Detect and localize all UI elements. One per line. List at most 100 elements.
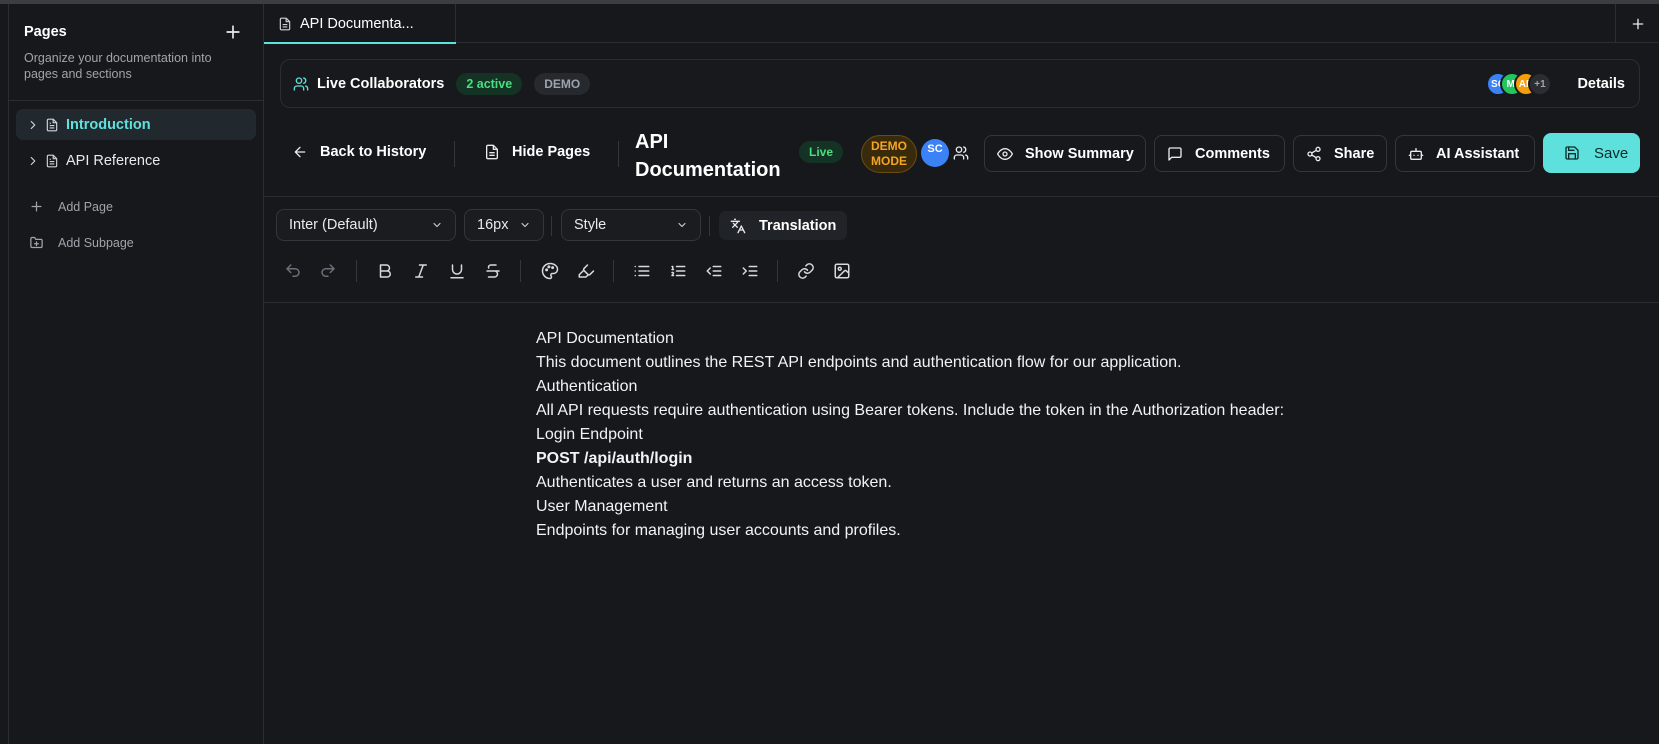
users-icon: [293, 76, 309, 92]
ai-assistant-label: AI Assistant: [1436, 145, 1520, 162]
add-page-plus-icon[interactable]: [223, 22, 243, 42]
indent-icon[interactable]: [741, 262, 759, 280]
document-icon: [278, 17, 292, 31]
show-summary-label: Show Summary: [1025, 145, 1134, 162]
tab-label: API Documenta...: [300, 15, 414, 32]
content-paragraph: Authenticates a user and returns an acce…: [536, 474, 892, 491]
palette-icon[interactable]: [541, 262, 559, 280]
chevron-down-icon: [431, 219, 443, 231]
users-icon[interactable]: [953, 145, 969, 161]
strikethrough-icon[interactable]: [484, 262, 502, 280]
comment-icon: [1167, 146, 1183, 162]
active-tab-indicator: [264, 42, 456, 44]
toolbar-divider: [618, 141, 619, 167]
bullet-list-icon[interactable]: [633, 262, 651, 280]
new-tab-button[interactable]: [1615, 4, 1659, 43]
tab-bar: API Documenta...: [264, 4, 1659, 44]
toolbar-divider: [454, 141, 455, 167]
bold-icon[interactable]: [376, 262, 394, 280]
style-select[interactable]: Style: [561, 209, 701, 241]
tab-api-documentation[interactable]: API Documenta...: [264, 4, 456, 44]
translation-label: Translation: [759, 217, 837, 234]
active-count-badge: 2 active: [456, 72, 523, 95]
comments-button[interactable]: Comments: [1154, 135, 1285, 172]
eye-icon: [997, 146, 1013, 162]
document-icon: [484, 144, 500, 160]
style-value: Style: [574, 217, 607, 233]
folder-plus-icon: [29, 235, 44, 250]
save-icon: [1564, 145, 1580, 161]
sidebar-header: Pages Organize your documentation into p…: [24, 24, 251, 82]
chevron-down-icon: [676, 219, 688, 231]
more-collaborators-count: +1: [1528, 72, 1552, 96]
sidebar-item-introduction[interactable]: Introduction: [16, 109, 256, 140]
highlighter-icon[interactable]: [577, 262, 595, 280]
show-summary-button[interactable]: Show Summary: [984, 135, 1146, 172]
content-heading: API Documentation: [536, 330, 674, 347]
demo-badge: DEMO: [534, 72, 591, 95]
format-divider: [520, 260, 521, 282]
format-divider: [777, 260, 778, 282]
undo-icon[interactable]: [284, 262, 302, 280]
format-divider: [613, 260, 614, 282]
document-title[interactable]: API Documentation: [635, 128, 795, 184]
arrow-left-icon: [292, 144, 308, 160]
demo-mode-badge: DEMO MODE: [861, 135, 917, 173]
plus-icon: [29, 199, 44, 214]
document-toolbar: Back to History Hide Pages API Documenta…: [264, 125, 1659, 197]
outdent-icon[interactable]: [705, 262, 723, 280]
chevron-right-icon[interactable]: [26, 154, 40, 168]
font-size-value: 16px: [477, 217, 509, 233]
image-icon[interactable]: [833, 262, 851, 280]
formatting-toolbar: Inter (Default) 16px Style Translation: [264, 198, 1659, 303]
back-to-history-button[interactable]: Back to History: [292, 144, 426, 160]
sidebar-description: Organize your documentation into pages a…: [24, 51, 212, 81]
sidebar-item-api-reference[interactable]: API Reference: [16, 145, 256, 176]
document-icon: [45, 118, 59, 132]
share-button[interactable]: Share: [1293, 135, 1387, 172]
translation-button[interactable]: Translation: [719, 211, 847, 240]
content-paragraph: Endpoints for managing user accounts and…: [536, 522, 901, 539]
hide-pages-label: Hide Pages: [512, 144, 591, 160]
chevron-down-icon: [519, 219, 531, 231]
redo-icon[interactable]: [319, 262, 337, 280]
content-paragraph: All API requests require authentication …: [536, 402, 1285, 419]
current-user-avatar[interactable]: SC: [921, 139, 949, 167]
font-family-select[interactable]: Inter (Default): [276, 209, 456, 241]
format-divider: [551, 216, 552, 236]
hide-pages-button[interactable]: Hide Pages: [484, 144, 590, 160]
content-heading: Login Endpoint: [536, 426, 643, 443]
italic-icon[interactable]: [412, 262, 430, 280]
font-family-value: Inter (Default): [289, 217, 378, 233]
share-icon: [1306, 146, 1322, 162]
font-size-select[interactable]: 16px: [464, 209, 544, 241]
pages-sidebar: Pages Organize your documentation into p…: [8, 4, 264, 744]
sidebar-title: Pages: [24, 24, 67, 40]
numbered-list-icon[interactable]: [669, 262, 687, 280]
chevron-right-icon[interactable]: [26, 118, 40, 132]
add-page-label: Add Page: [58, 199, 113, 214]
live-collaborators-bar: Live Collaborators 2 active DEMO SC MI A…: [280, 59, 1640, 108]
languages-icon: [730, 218, 746, 234]
content-paragraph: This document outlines the REST API endp…: [536, 354, 1182, 371]
format-divider: [356, 260, 357, 282]
collaborators-info: Live Collaborators 2 active DEMO: [293, 60, 591, 107]
add-page-button[interactable]: Add Page: [29, 199, 113, 214]
content-heading: User Management: [536, 498, 668, 515]
share-label: Share: [1334, 145, 1375, 162]
add-subpage-label: Add Subpage: [58, 235, 134, 250]
save-label: Save: [1594, 144, 1629, 162]
format-divider: [709, 216, 710, 236]
save-button[interactable]: Save: [1543, 133, 1640, 173]
add-subpage-button[interactable]: Add Subpage: [29, 235, 134, 250]
comments-label: Comments: [1195, 145, 1270, 162]
details-button[interactable]: Details: [1577, 60, 1625, 107]
content-endpoint: POST /api/auth/login: [536, 450, 693, 467]
underline-icon[interactable]: [448, 262, 466, 280]
bot-icon: [1408, 146, 1424, 162]
sidebar-item-label: API Reference: [66, 152, 161, 169]
ai-assistant-button[interactable]: AI Assistant: [1395, 135, 1535, 172]
document-editor[interactable]: API Documentation This document outlines…: [536, 327, 1436, 543]
link-icon[interactable]: [797, 262, 815, 280]
content-heading: Authentication: [536, 378, 638, 395]
